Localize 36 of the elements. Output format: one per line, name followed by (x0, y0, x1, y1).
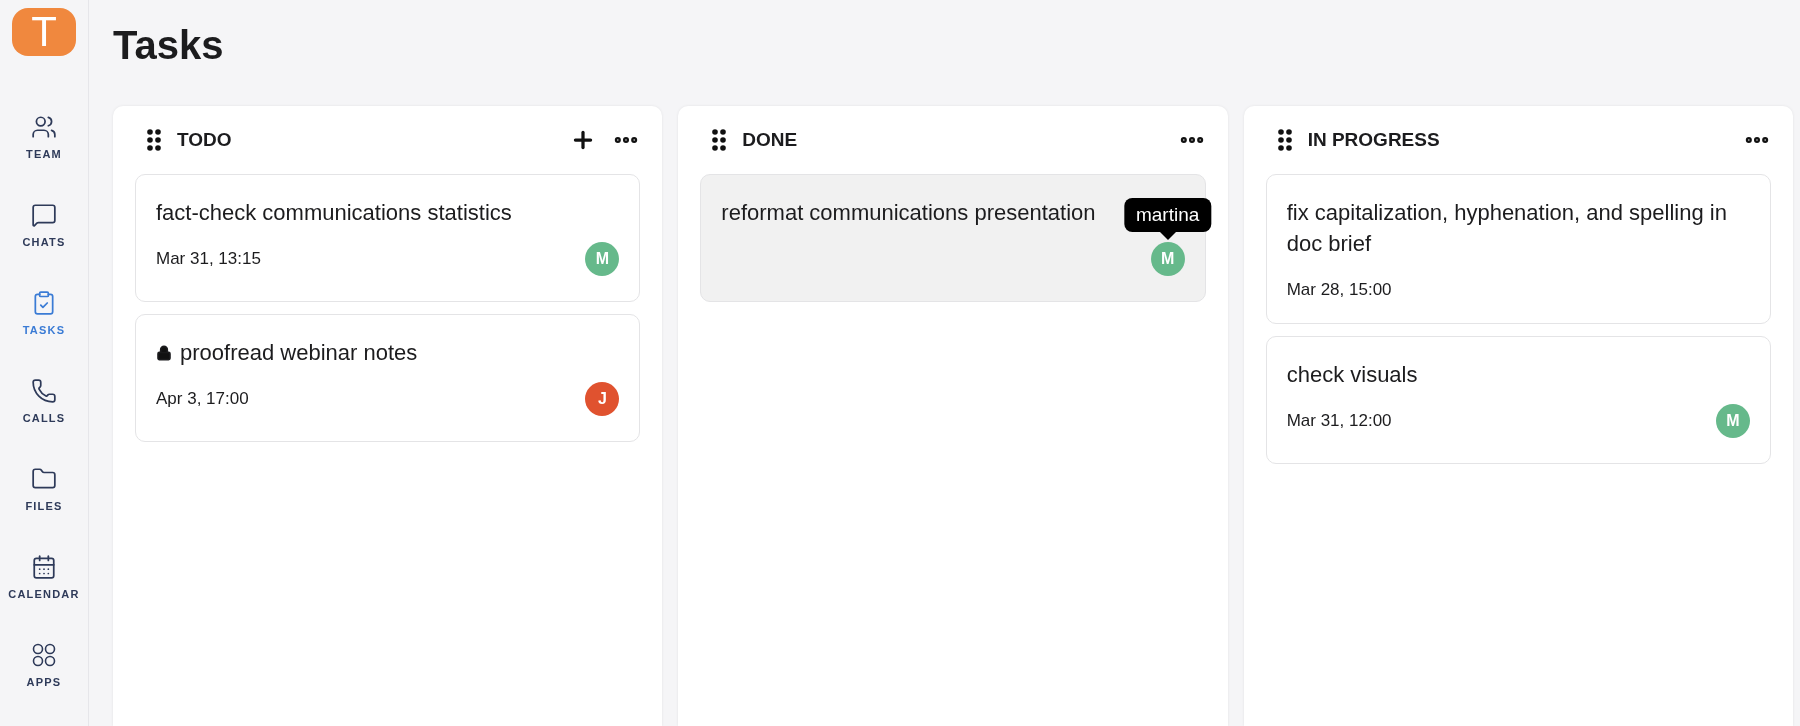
clipboard-check-icon (31, 290, 57, 316)
sidebar-item[interactable]: FILES (2, 466, 86, 554)
apps-icon (31, 642, 57, 668)
drag-handle-icon[interactable] (712, 129, 727, 151)
assignee-avatar[interactable]: J (585, 382, 620, 416)
column-title: DONE (742, 129, 799, 151)
people-icon (31, 114, 57, 140)
phone-icon (31, 378, 57, 404)
task-title: fix capitalization, hyphenation, and spelling in doc brief (1286, 199, 1728, 258)
column-title: IN PROGRESS (1307, 129, 1441, 151)
page-title: Tasks (113, 22, 224, 69)
folder-icon (31, 466, 57, 492)
sidebar-item[interactable]: TEAM (2, 114, 86, 202)
sidebar-item[interactable]: CHATS (2, 202, 86, 290)
due-date: Mar 31, 13:15 (156, 249, 262, 269)
column-title: TODO (177, 129, 233, 151)
task-card[interactable]: proofread webinar notes Apr 3, 17:00 J (135, 314, 641, 442)
due-date: Mar 31, 12:00 (1286, 411, 1393, 431)
tooltip-arrow-icon (1159, 232, 1176, 240)
task-title: check visuals (1286, 361, 1418, 389)
task-title: reformat communications presentation (721, 199, 1096, 227)
chat-icon (31, 202, 57, 228)
sidebar-item[interactable]: TASKS (2, 290, 86, 378)
drag-handle-icon[interactable] (147, 129, 161, 151)
task-title: fact-check communications statistics (156, 199, 512, 227)
drag-handle-icon[interactable] (1277, 129, 1292, 151)
task-card[interactable]: fix capitalization, hyphenation, and spelling in doc brief Mar 28, 15:00 (1265, 174, 1771, 324)
sidebar-item[interactable]: APPS (2, 642, 86, 726)
task-card[interactable]: fact-check communications statistics Mar 31, 13:15 M (135, 174, 641, 302)
sidebar-item[interactable]: CALLS (2, 378, 86, 466)
task-title: proofread webinar notes (180, 339, 418, 367)
task-card[interactable]: check visuals Mar 31, 12:00 M (1265, 336, 1771, 464)
due-date: Apr 3, 17:00 (156, 389, 250, 409)
calendar-icon (31, 554, 57, 580)
sidebar-item[interactable]: CALENDAR (2, 554, 86, 642)
due-date: Mar 28, 15:00 (1286, 280, 1393, 300)
